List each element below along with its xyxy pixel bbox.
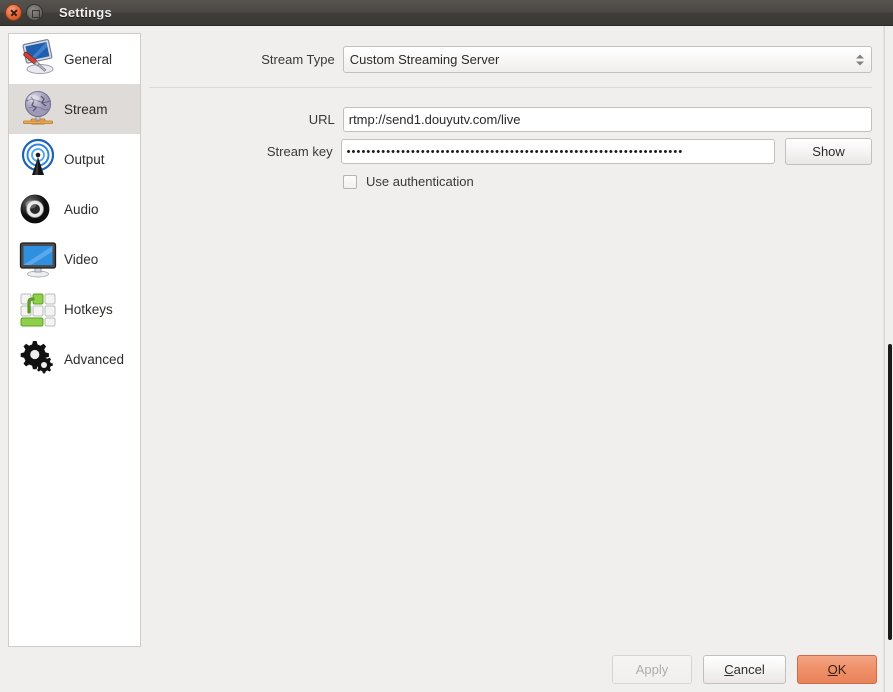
sidebar-item-stream[interactable]: Stream [9,84,140,134]
window-titlebar: Settings [0,0,893,26]
url-input[interactable]: rtmp://send1.douyutv.com/live [342,107,872,132]
stream-key-label: Stream key [266,144,333,159]
ok-rest: K [837,662,847,677]
video-monitor-icon [16,237,60,281]
sidebar-item-label: Audio [64,201,99,217]
sidebar-item-general[interactable]: General [9,34,140,84]
stream-key-row: Stream key •••••••••••••••••••••••••••••… [149,138,872,165]
use-authentication-label: Use authentication [366,174,474,189]
advanced-gears-icon [16,337,60,381]
window-title: Settings [59,5,112,20]
sidebar-item-label: Output [64,151,105,167]
cancel-button[interactable]: Cancel [703,655,786,684]
url-row: URL rtmp://send1.douyutv.com/live [149,107,872,132]
spinner-updown-icon[interactable] [854,50,865,69]
audio-speaker-icon [16,187,60,231]
settings-dialog-body: General Stream Output Audio Video Hotkey… [0,26,893,692]
hotkeys-keyboard-icon [16,287,60,331]
use-authentication-row: Use authentication [335,174,474,189]
stream-type-value: Custom Streaming Server [349,52,500,67]
sidebar-item-output[interactable]: Output [9,134,140,184]
stream-type-select[interactable]: Custom Streaming Server [342,46,872,73]
settings-category-list[interactable]: General Stream Output Audio Video Hotkey… [8,33,141,647]
sidebar-item-audio[interactable]: Audio [9,184,140,234]
vertical-scrollbar-thumb[interactable] [888,344,892,640]
sidebar-item-advanced[interactable]: Advanced [9,334,140,384]
url-label: URL [308,112,335,127]
sidebar-item-label: Advanced [64,351,125,367]
sidebar-item-label: General [64,51,113,67]
stream-key-input[interactable]: ••••••••••••••••••••••••••••••••••••••••… [340,139,776,164]
close-icon[interactable] [5,4,22,21]
stream-type-row: Stream Type Custom Streaming Server [149,46,872,73]
dialog-button-bar: Apply Cancel OK [612,655,877,684]
settings-content-pane: Stream Type Custom Streaming Server URL … [149,26,885,646]
ok-mnemonic: O [827,662,838,677]
sidebar-item-video[interactable]: Video [9,234,140,284]
general-monitor-screwdriver-icon [16,37,60,81]
ok-button[interactable]: OK [797,655,877,684]
cancel-mnemonic: C [724,662,734,677]
output-broadcast-antenna-icon [16,137,60,181]
section-separator [149,87,872,88]
apply-button[interactable]: Apply [612,655,692,684]
sidebar-item-label: Hotkeys [64,301,113,317]
cancel-rest: ancel [733,662,765,677]
sidebar-item-label: Video [64,251,99,267]
sidebar-item-hotkeys[interactable]: Hotkeys [9,284,140,334]
vertical-scrollbar-track[interactable] [884,26,893,692]
stream-globe-icon [16,87,60,131]
maximize-icon[interactable] [26,4,43,21]
show-stream-key-button[interactable]: Show [785,138,872,165]
use-authentication-checkbox[interactable] [343,174,357,189]
stream-type-label: Stream Type [261,52,335,67]
sidebar-item-label: Stream [64,101,108,117]
